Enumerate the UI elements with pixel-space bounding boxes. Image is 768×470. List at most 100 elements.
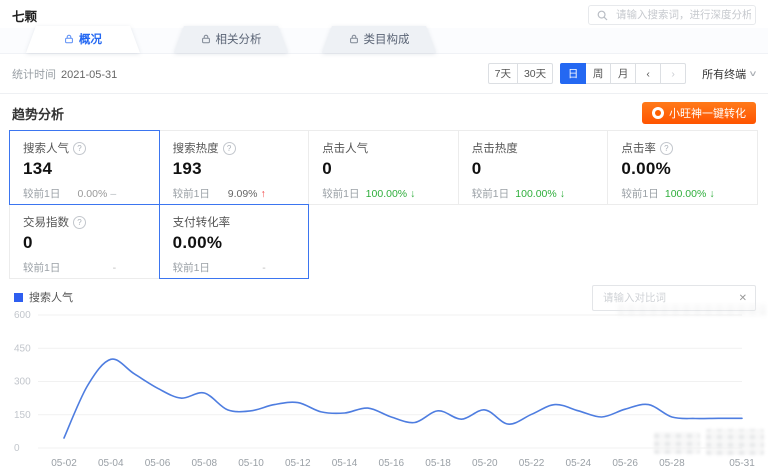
metric-name: 点击人气	[322, 140, 368, 156]
change-value: 100.00% ↓	[515, 188, 565, 200]
metric-value: 0	[23, 233, 146, 253]
metric-card-payment-conversion-rate[interactable]: 支付转化率 0.00% 较前1日 -	[159, 204, 310, 279]
granularity-month-button[interactable]: 月	[610, 63, 636, 84]
metric-card-search-popularity[interactable]: 搜索人气? 134 较前1日 0.00%–	[9, 130, 160, 205]
section-title: 趋势分析	[12, 104, 64, 123]
change-value: 0.00%–	[78, 188, 117, 200]
tab-lock-icon	[349, 34, 359, 44]
info-icon: ?	[73, 142, 86, 155]
granularity-group: 日周月‹›	[560, 63, 686, 84]
change-text: 0.00%	[78, 188, 108, 200]
metric-value: 0.00%	[173, 233, 296, 253]
x-tick-label: 05-02	[51, 458, 77, 469]
compare-label: 较前1日	[472, 186, 509, 201]
convert-button-label: 小旺神一键转化	[669, 105, 746, 121]
compare-label: 较前1日	[173, 186, 210, 201]
tab-lock-icon	[64, 34, 74, 44]
terminal-dropdown[interactable]: 所有终端 ∨	[702, 66, 756, 82]
x-tick-label: 05-18	[425, 458, 451, 469]
change-text: 100.00%	[515, 188, 556, 200]
keyword-search-input[interactable]	[614, 8, 753, 22]
compare-input-box[interactable]: ✕	[592, 285, 756, 311]
metric-card-click-heat[interactable]: 点击热度 0 较前1日 100.00% ↓	[458, 130, 609, 205]
metric-name: 支付转化率	[173, 214, 231, 230]
granularity-week-button[interactable]: 周	[585, 63, 611, 84]
metric-card-search-heat[interactable]: 搜索热度?193较前1日9.09%↑	[159, 130, 310, 205]
x-tick-label: 05-16	[379, 458, 405, 469]
compare-label: 较前1日	[322, 186, 359, 201]
x-tick-label: 05-14	[332, 458, 358, 469]
x-tick-label: 05-06	[145, 458, 171, 469]
terminal-label: 所有终端	[702, 66, 746, 82]
date-controls: 7天30天 日周月‹› 所有终端 ∨	[481, 63, 756, 84]
range-7d-button[interactable]: 7天	[488, 63, 518, 84]
metric-name: 搜索人气	[23, 140, 69, 156]
compare-label: 较前1日	[23, 186, 60, 201]
legend-label: 搜索人气	[29, 289, 73, 305]
x-tick-label: 05-12	[285, 458, 311, 469]
metric-value: 193	[173, 159, 296, 179]
keyword-search-box[interactable]	[588, 5, 756, 25]
compare-label: 较前1日	[173, 260, 210, 275]
tab-category-composition[interactable]: 类目构成	[322, 26, 436, 53]
xiaowangshen-icon	[652, 107, 664, 119]
x-tick-label: 05-31	[729, 458, 755, 469]
tab-lock-icon	[201, 34, 211, 44]
y-tick-label: 300	[14, 377, 31, 388]
tab-related-analysis[interactable]: 相关分析	[174, 26, 288, 53]
trend-down-icon: ↓	[709, 188, 714, 200]
tab-overview[interactable]: 概况	[26, 26, 140, 53]
change-value: -	[113, 262, 117, 274]
change-text: 100.00%	[665, 188, 706, 200]
x-tick-label: 05-24	[566, 458, 592, 469]
trend-chart-area: 搜索人气 ✕ 600450300150005-0205-0405-0605-08…	[10, 289, 758, 470]
range-30d-button[interactable]: 30天	[517, 63, 553, 84]
change-text: -	[113, 262, 117, 274]
change-text: 9.09%	[228, 188, 258, 200]
trend-down-icon: ↓	[560, 188, 565, 200]
next-period-button[interactable]: ›	[660, 63, 686, 84]
metric-value: 0.00%	[621, 159, 744, 179]
change-text: 100.00%	[366, 188, 407, 200]
metric-name: 点击热度	[472, 140, 518, 156]
prev-period-button[interactable]: ‹	[635, 63, 661, 84]
metric-value: 134	[23, 159, 146, 179]
metric-card-click-popularity[interactable]: 点击人气0较前1日100.00%↓	[308, 130, 459, 205]
y-tick-label: 450	[14, 343, 31, 354]
filter-bar: 统计时间2021-05-31 7天30天 日周月‹› 所有终端 ∨	[0, 54, 768, 94]
x-tick-label: 05-22	[519, 458, 545, 469]
x-tick-label: 05-08	[191, 458, 217, 469]
y-tick-label: 0	[14, 443, 20, 454]
metric-name: 点击率	[621, 140, 656, 156]
chevron-down-icon: ∨	[748, 69, 757, 78]
x-tick-label: 05-04	[98, 458, 124, 469]
metric-name: 搜索热度	[173, 140, 219, 156]
keyword-title: 七颗	[12, 6, 37, 25]
granularity-day-button[interactable]: 日	[560, 63, 586, 84]
section-header: 趋势分析 小旺神一键转化	[12, 102, 756, 124]
tab-label: 相关分析	[216, 31, 262, 47]
y-tick-label: 600	[14, 310, 31, 321]
metric-value: 0	[472, 159, 595, 179]
trend-line-chart[interactable]: 600450300150005-0205-0405-0605-0805-1005…	[10, 307, 756, 470]
change-value: -	[262, 262, 266, 274]
stat-time: 统计时间2021-05-31	[12, 66, 117, 82]
series-line-search-popularity	[64, 359, 742, 438]
clear-icon[interactable]: ✕	[739, 293, 747, 304]
change-value: 100.00%↓	[665, 188, 715, 200]
convert-button[interactable]: 小旺神一键转化	[642, 102, 756, 124]
trend-panel: 趋势分析 小旺神一键转化 搜索人气? 134 较前1日 0.00%– 搜索热度? 193 较…	[0, 102, 768, 470]
tab-label: 类目构成	[364, 31, 410, 47]
info-icon: ?	[660, 142, 673, 155]
metric-card-click-rate[interactable]: 点击率? 0.00% 较前1日 100.00%↓	[607, 130, 758, 205]
compare-input[interactable]	[601, 291, 733, 305]
stat-time-value: 2021-05-31	[61, 69, 117, 81]
info-icon: ?	[73, 216, 86, 229]
x-tick-label: 05-26	[612, 458, 638, 469]
search-icon	[597, 10, 608, 21]
tab-bar: 概况 相关分析 类目构成	[0, 28, 768, 54]
metric-value: 0	[322, 159, 445, 179]
change-text: -	[262, 262, 266, 274]
metric-card-transaction-index[interactable]: 交易指数?0较前1日-	[9, 204, 160, 279]
compare-label: 较前1日	[621, 186, 658, 201]
